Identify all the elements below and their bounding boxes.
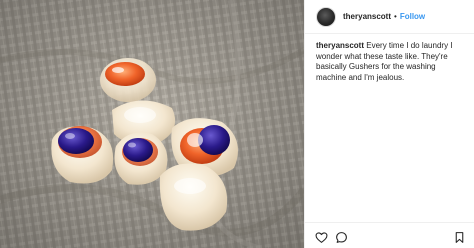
post-sidebar: theryanscott • Follow theryanscott Every…: [304, 0, 474, 248]
instagram-post: theryanscott • Follow theryanscott Every…: [0, 0, 474, 248]
action-bar: [305, 222, 474, 248]
bookmark-icon[interactable]: [453, 231, 466, 244]
post-header: theryanscott • Follow: [305, 0, 474, 34]
separator-dot: •: [394, 12, 397, 21]
comment-icon[interactable]: [335, 231, 348, 244]
follow-button[interactable]: Follow: [400, 12, 425, 21]
post-photo[interactable]: [0, 0, 304, 248]
post-caption: theryanscott Every time I do laundry I w…: [316, 41, 468, 83]
avatar[interactable]: [316, 6, 336, 27]
username-link[interactable]: theryanscott: [343, 12, 391, 21]
caption-username[interactable]: theryanscott: [316, 41, 364, 50]
laundry-pods-image: [0, 0, 304, 248]
heart-icon[interactable]: [315, 231, 328, 244]
